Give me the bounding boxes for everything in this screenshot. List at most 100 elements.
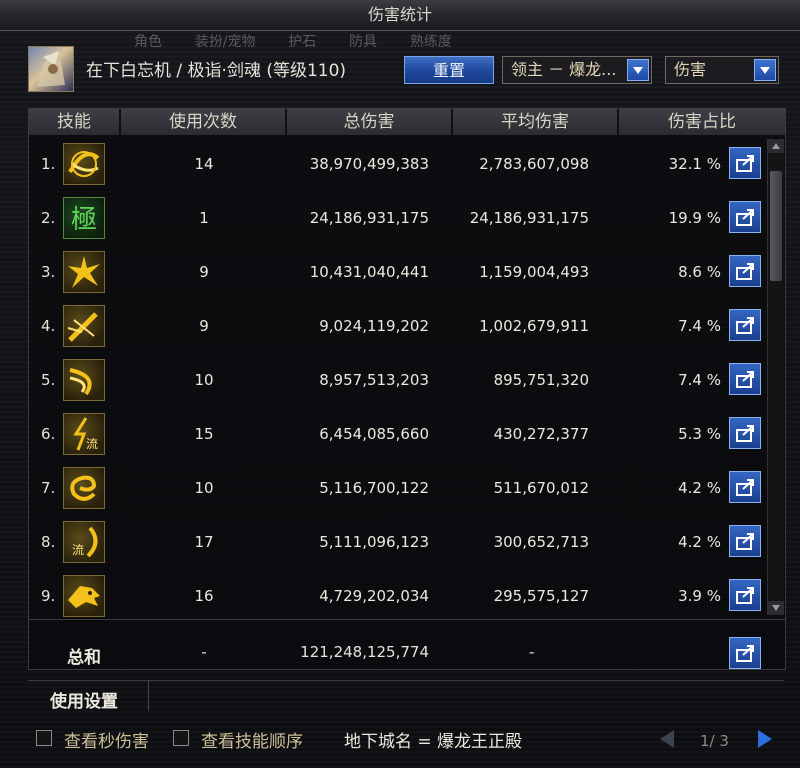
- damage-share-cell: 32.1 %: [668, 155, 721, 173]
- column-header-total: 总伤害: [287, 109, 453, 135]
- table-row: 7. 10 5,116,700,122 511,670,012 4.2 %: [29, 463, 769, 515]
- total-damage-cell: 5,111,096,123: [319, 533, 429, 551]
- uses-cell: 14: [194, 155, 214, 173]
- avg-damage-cell: 430,272,377: [493, 425, 589, 443]
- row-index: 9.: [41, 587, 56, 605]
- skill-order-checkbox-label[interactable]: 查看技能顺序: [201, 727, 303, 752]
- scrollbar-thumb[interactable]: [770, 171, 782, 281]
- total-damage-cell: 4,729,202,034: [319, 587, 429, 605]
- window-titlebar: 伤害统计: [0, 0, 800, 31]
- uses-cell: 16: [194, 587, 214, 605]
- dungeon-name: 地下城名 = 爆龙王正殿: [344, 732, 523, 752]
- damage-share-cell: 3.9 %: [678, 587, 721, 605]
- table-row: 2. 極 1 24,186,931,175 24,186,931,175 19.…: [29, 193, 769, 245]
- share-total-button[interactable]: [729, 637, 761, 669]
- footer-bar: 查看秒伤害 查看技能顺序 地下城名 = 爆龙王正殿 1/ 3: [0, 724, 800, 768]
- scroll-down-arrow-icon[interactable]: [768, 601, 784, 615]
- share-icon: [736, 587, 754, 604]
- total-damage-cell: 24,186,931,175: [309, 209, 429, 227]
- total-damage-cell: 6,454,085,660: [319, 425, 429, 443]
- damage-share-cell: 5.3 %: [678, 425, 721, 443]
- table-row: 5. 10 8,957,513,203 895,751,320 7.4 %: [29, 355, 769, 407]
- table-row: 1. 14 38,970,499,383 2,783,607,098 32.1 …: [29, 139, 769, 191]
- skill-slash-ring-icon: [63, 143, 105, 185]
- metric-dropdown[interactable]: 伤害: [665, 56, 779, 84]
- skill-flow-lightning-icon: 流: [63, 413, 105, 455]
- uses-cell: 1: [199, 209, 209, 227]
- skill-order-checkbox[interactable]: [173, 730, 189, 746]
- chevron-down-icon[interactable]: [627, 59, 649, 81]
- chevron-down-icon[interactable]: [754, 59, 776, 81]
- window-title: 伤害统计: [367, 5, 432, 24]
- avg-damage-cell: 24,186,931,175: [469, 209, 589, 227]
- total-damage-cell: 5,116,700,122: [319, 479, 429, 497]
- table-row: 9. 16 4,729,202,034 295,575,127 3.9 %: [29, 571, 769, 623]
- avg-damage-cell: 895,751,320: [493, 371, 589, 389]
- table-row: 8. 流 17 5,111,096,123 300,652,713 4.2 %: [29, 517, 769, 569]
- scroll-up-arrow-icon[interactable]: [768, 139, 784, 153]
- metric-dropdown-value: 伤害: [674, 60, 707, 79]
- reset-button[interactable]: 重置: [404, 56, 494, 84]
- skill-wave-slash-icon: [63, 359, 105, 401]
- row-index: 8.: [41, 533, 56, 551]
- table-header: 技能 使用次数 总伤害 平均伤害 伤害占比: [29, 109, 785, 135]
- damage-share-cell: 7.4 %: [678, 317, 721, 335]
- sum-divider: [29, 619, 785, 620]
- skill-green-glyph-icon: 極: [63, 197, 105, 239]
- share-icon: [736, 645, 754, 662]
- target-dropdown-value: 领主 － 爆龙...: [511, 60, 617, 79]
- usage-settings-label: 使用设置: [50, 692, 118, 712]
- skill-spiral-icon: [63, 467, 105, 509]
- uses-cell: 10: [194, 371, 214, 389]
- row-index: 5.: [41, 371, 56, 389]
- damage-share-cell: 7.4 %: [678, 371, 721, 389]
- share-button[interactable]: [729, 363, 761, 395]
- damage-table: 技能 使用次数 总伤害 平均伤害 伤害占比 1. 14 38,970,499,3…: [28, 108, 786, 670]
- dps-checkbox-label[interactable]: 查看秒伤害: [64, 727, 149, 752]
- svg-text:極: 極: [71, 205, 97, 235]
- avg-damage-cell: 1,002,679,911: [479, 317, 589, 335]
- target-dropdown[interactable]: 领主 － 爆龙...: [502, 56, 652, 84]
- damage-share-cell: 4.2 %: [678, 479, 721, 497]
- share-button[interactable]: [729, 201, 761, 233]
- share-button[interactable]: [729, 255, 761, 287]
- svg-text:流: 流: [86, 437, 98, 451]
- uses-cell: 15: [194, 425, 214, 443]
- skill-sword-strike-icon: [63, 305, 105, 347]
- share-icon: [736, 479, 754, 496]
- table-row: 6. 流 15 6,454,085,660 430,272,377 5.3 %: [29, 409, 769, 461]
- row-index: 7.: [41, 479, 56, 497]
- row-index: 6.: [41, 425, 56, 443]
- next-page-arrow-icon[interactable]: [758, 730, 772, 748]
- share-button[interactable]: [729, 309, 761, 341]
- damage-share-cell: 8.6 %: [678, 263, 721, 281]
- uses-cell: 10: [194, 479, 214, 497]
- share-button[interactable]: [729, 417, 761, 449]
- share-button[interactable]: [729, 471, 761, 503]
- sum-avg-damage: -: [529, 643, 535, 661]
- skill-dragon-icon: [63, 575, 105, 617]
- row-index: 4.: [41, 317, 56, 335]
- column-header-skill: 技能: [29, 109, 121, 135]
- row-index: 2.: [41, 209, 56, 227]
- uses-cell: 9: [199, 263, 209, 281]
- prev-page-arrow-icon[interactable]: [660, 730, 674, 748]
- total-damage-cell: 10,431,040,441: [309, 263, 429, 281]
- character-avatar: [28, 46, 74, 92]
- share-icon: [736, 155, 754, 172]
- table-scrollbar[interactable]: [767, 139, 784, 615]
- avg-damage-cell: 295,575,127: [493, 587, 589, 605]
- share-button[interactable]: [729, 147, 761, 179]
- table-row: 4. 9 9,024,119,202 1,002,679,911 7.4 %: [29, 301, 769, 353]
- share-icon: [736, 209, 754, 226]
- sum-label: 总和: [67, 648, 101, 668]
- share-button[interactable]: [729, 525, 761, 557]
- damage-share-cell: 19.9 %: [668, 209, 721, 227]
- svg-text:流: 流: [72, 543, 84, 557]
- skill-flow-crescent-icon: 流: [63, 521, 105, 563]
- share-button[interactable]: [729, 579, 761, 611]
- total-damage-cell: 9,024,119,202: [319, 317, 429, 335]
- uses-cell: 17: [194, 533, 214, 551]
- sum-uses: -: [201, 643, 207, 661]
- dps-checkbox[interactable]: [36, 730, 52, 746]
